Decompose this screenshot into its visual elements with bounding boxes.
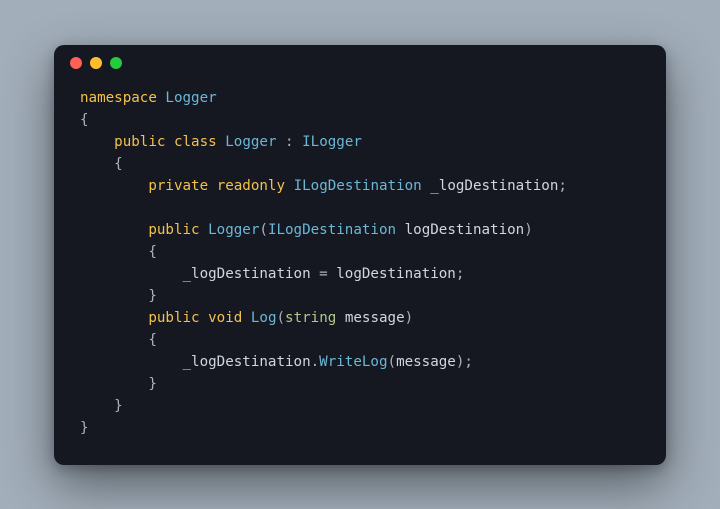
call-target: _logDestination bbox=[183, 354, 311, 370]
keyword-public: public bbox=[148, 222, 199, 238]
maximize-icon[interactable] bbox=[110, 57, 122, 69]
param-type-string: string bbox=[285, 310, 336, 326]
interface-name: ILogger bbox=[302, 134, 362, 150]
keyword-public: public bbox=[148, 310, 199, 326]
keyword-private: private bbox=[148, 178, 208, 194]
equals: = bbox=[311, 266, 337, 282]
brace: { bbox=[114, 156, 123, 172]
field-name: _logDestination bbox=[430, 178, 558, 194]
code-window: namespace Logger { public class Logger :… bbox=[54, 45, 666, 465]
brace: } bbox=[80, 420, 89, 436]
field-type: ILogDestination bbox=[294, 178, 422, 194]
class-name: Logger bbox=[225, 134, 276, 150]
keyword-readonly: readonly bbox=[217, 178, 285, 194]
paren: ) bbox=[405, 310, 414, 326]
titlebar bbox=[54, 45, 666, 81]
paren: ( bbox=[388, 354, 397, 370]
namespace-name: Logger bbox=[165, 90, 216, 106]
call-method: WriteLog bbox=[319, 354, 387, 370]
brace: { bbox=[80, 112, 89, 128]
keyword-void: void bbox=[208, 310, 242, 326]
brace: { bbox=[148, 244, 157, 260]
paren: ) bbox=[524, 222, 533, 238]
paren: ( bbox=[259, 222, 268, 238]
keyword-public: public bbox=[114, 134, 165, 150]
close-icon[interactable] bbox=[70, 57, 82, 69]
brace: } bbox=[114, 398, 123, 414]
colon: : bbox=[276, 134, 302, 150]
code-block: namespace Logger { public class Logger :… bbox=[54, 81, 666, 465]
semicolon: ; bbox=[558, 178, 567, 194]
brace: } bbox=[148, 288, 157, 304]
method-name: Log bbox=[251, 310, 277, 326]
brace: { bbox=[148, 332, 157, 348]
assign-rhs: logDestination bbox=[336, 266, 456, 282]
param-type: ILogDestination bbox=[268, 222, 396, 238]
minimize-icon[interactable] bbox=[90, 57, 102, 69]
brace: } bbox=[148, 376, 157, 392]
semicolon: ; bbox=[464, 354, 473, 370]
call-arg: message bbox=[396, 354, 456, 370]
assign-lhs: _logDestination bbox=[183, 266, 311, 282]
keyword-namespace: namespace bbox=[80, 90, 157, 106]
dot: . bbox=[311, 354, 320, 370]
keyword-class: class bbox=[174, 134, 217, 150]
constructor-name: Logger bbox=[208, 222, 259, 238]
param-name: logDestination bbox=[405, 222, 525, 238]
semicolon: ; bbox=[456, 266, 465, 282]
param-name: message bbox=[345, 310, 405, 326]
paren: ( bbox=[276, 310, 285, 326]
